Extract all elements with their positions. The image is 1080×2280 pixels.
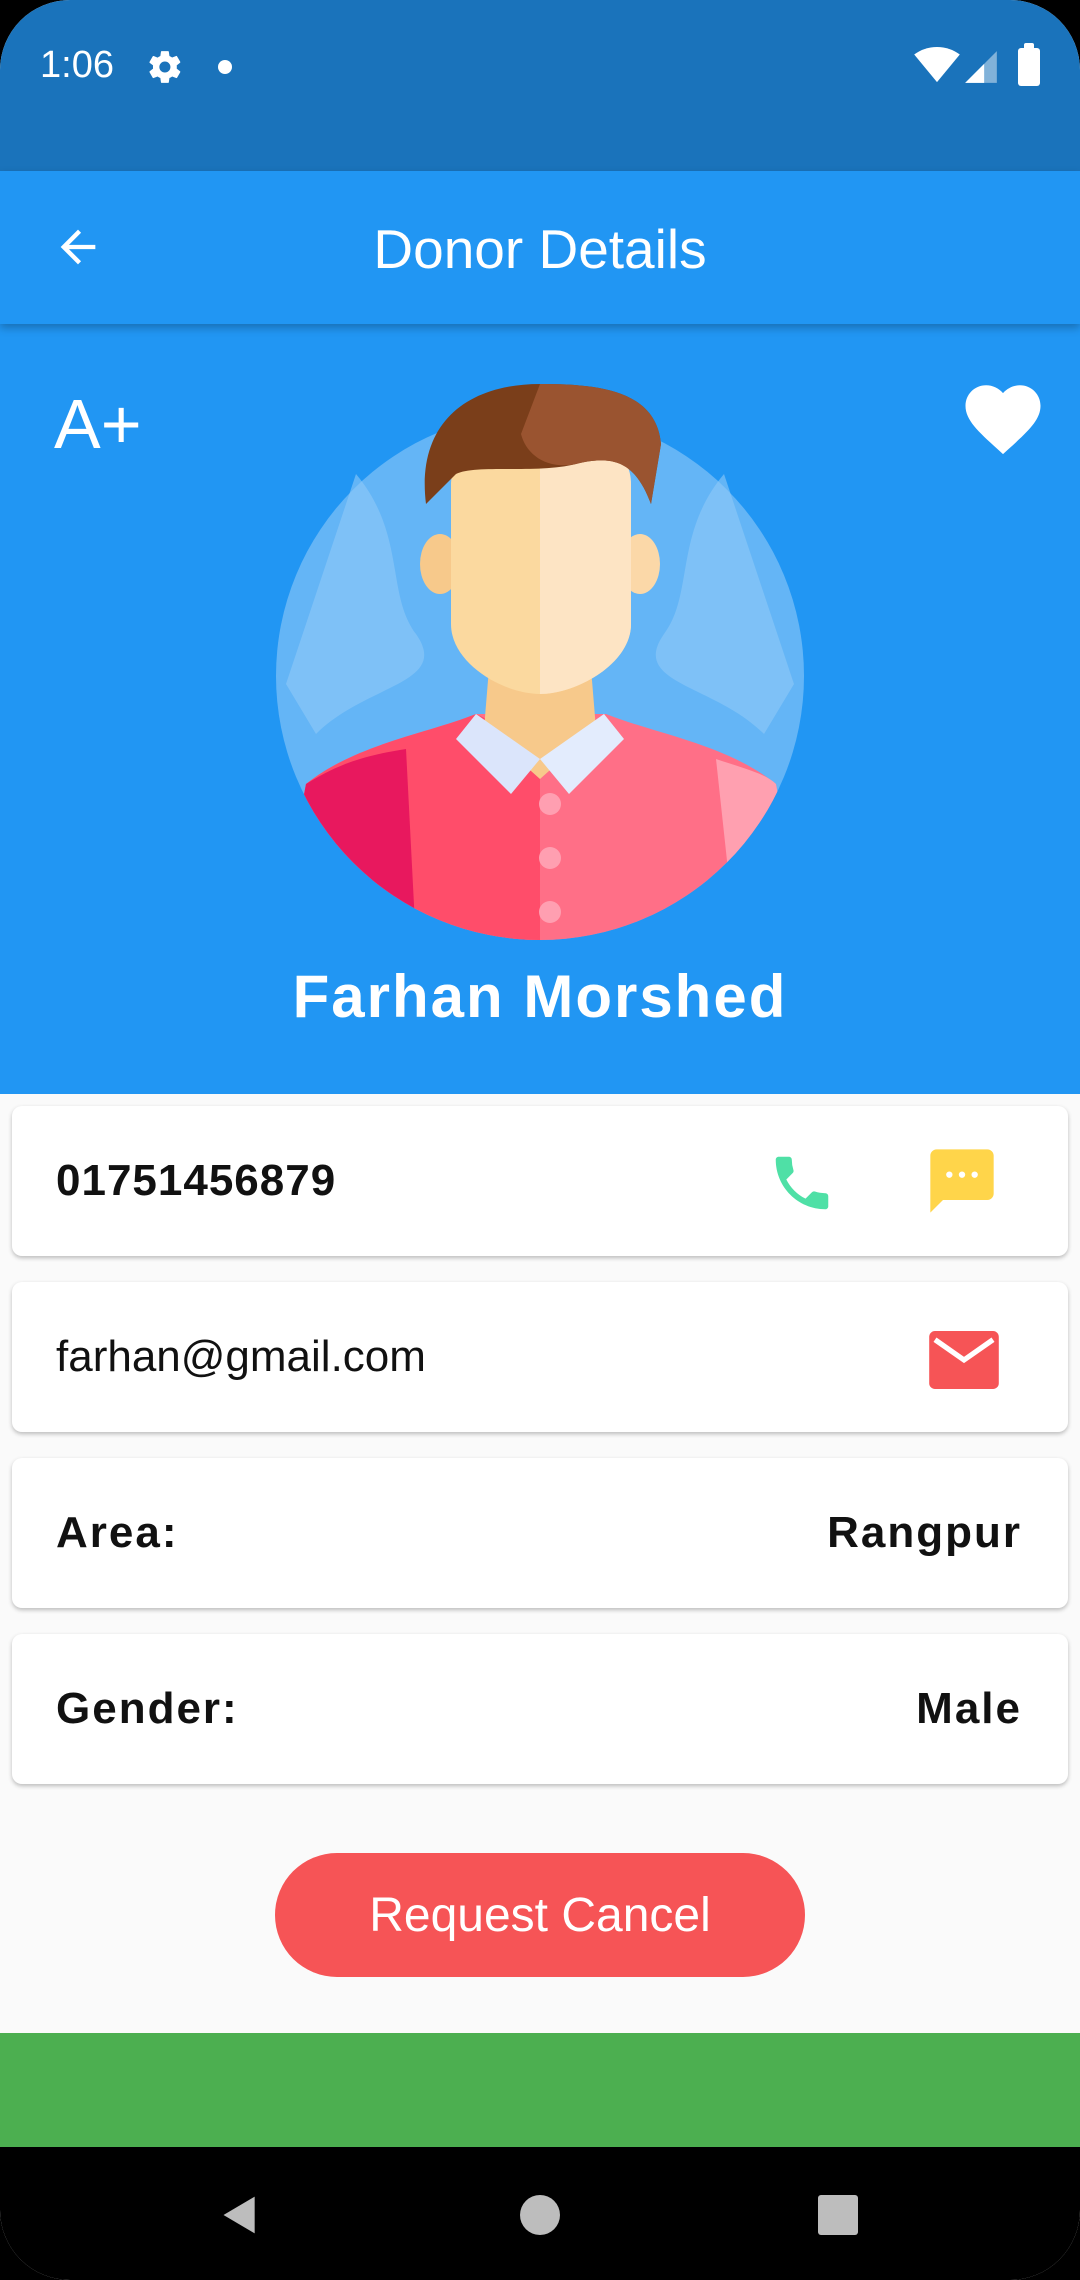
gender-card: Gender: Male — [12, 1634, 1068, 1784]
signal-icon — [965, 51, 997, 83]
settings-gear-icon — [149, 51, 181, 83]
email-button[interactable] — [922, 1318, 1006, 1402]
sms-button[interactable] — [920, 1139, 1004, 1223]
donor-avatar — [276, 384, 804, 940]
gender-label: Gender: — [56, 1684, 239, 1733]
email-card: farhan@gmail.com — [12, 1282, 1068, 1432]
request-cancel-button[interactable]: Request Cancel — [275, 1853, 805, 1977]
phone-card: 01751456879 — [12, 1106, 1068, 1256]
blood-group-label: A+ — [54, 385, 142, 463]
message-icon — [930, 1149, 994, 1213]
phone-icon — [775, 1156, 829, 1210]
page-title: Donor Details — [373, 218, 707, 280]
donor-name: Farhan Morshed — [292, 963, 788, 1030]
bottom-banner — [0, 2033, 1080, 2147]
heart-icon — [965, 385, 1041, 455]
favorite-button[interactable] — [958, 374, 1048, 464]
mail-icon — [929, 1331, 999, 1389]
system-nav-bar — [0, 2147, 1080, 2280]
area-card: Area: Rangpur — [12, 1458, 1068, 1608]
area-value: Rangpur — [827, 1508, 1022, 1557]
notification-dot-icon — [218, 60, 232, 74]
profile-header: A+ Farhan Morshed — [0, 324, 1080, 1094]
email-address: farhan@gmail.com — [56, 1332, 426, 1381]
nav-back-icon[interactable] — [218, 2193, 262, 2237]
gender-value: Male — [916, 1684, 1022, 1733]
status-bar: 1:06 — [0, 0, 1080, 171]
battery-icon — [1018, 43, 1040, 86]
nav-home-icon[interactable] — [520, 2195, 560, 2235]
call-button[interactable] — [760, 1141, 844, 1225]
app-bar: Donor Details — [0, 171, 1080, 324]
phone-screen: 1:06 Donor Details A+ Farhan Morshed 017… — [0, 0, 1080, 2280]
phone-number: 01751456879 — [56, 1156, 337, 1205]
status-time: 1:06 — [40, 44, 114, 86]
nav-recents-icon[interactable] — [818, 2195, 858, 2235]
area-label: Area: — [56, 1508, 179, 1557]
wifi-icon — [914, 46, 960, 83]
